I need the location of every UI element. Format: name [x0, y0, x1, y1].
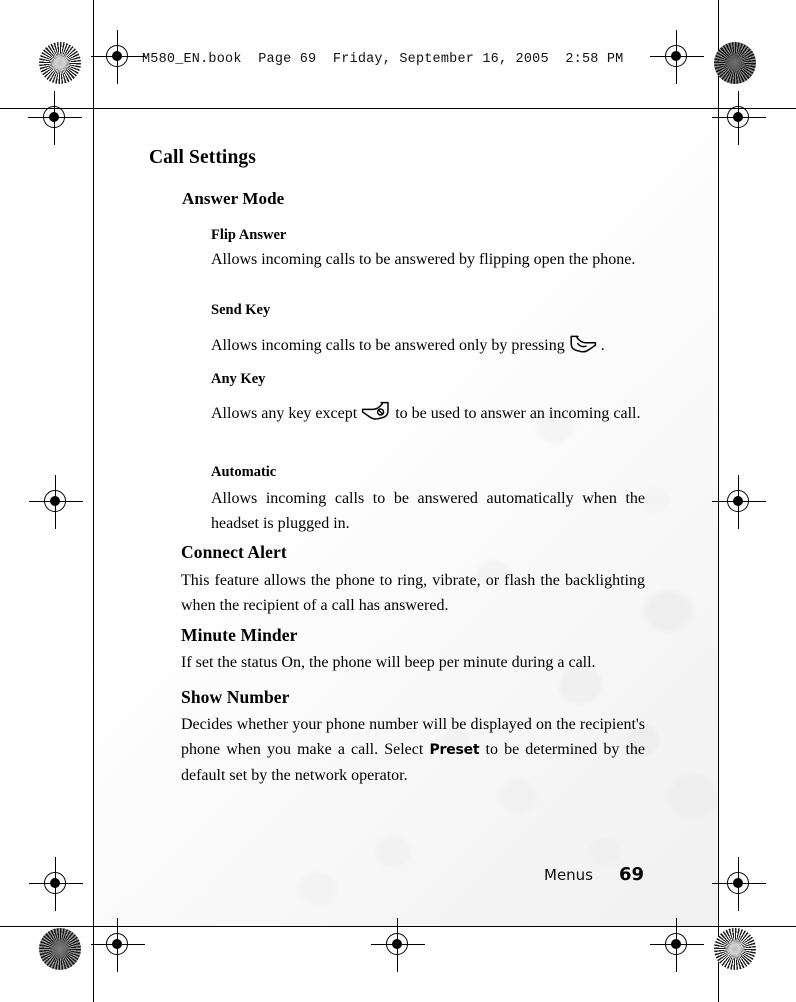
- registration-mark-top-center-right: [650, 30, 704, 84]
- registration-mark-bottom-left: [29, 857, 83, 911]
- footer-section-label: Menus: [544, 866, 593, 884]
- section-heading-answer-mode: Answer Mode: [182, 189, 285, 208]
- desc-send-key-text-before: Allows incoming calls to be answered onl…: [211, 337, 565, 354]
- desc-automatic: Allows incoming calls to be answered aut…: [211, 490, 645, 532]
- reg-dot: [671, 51, 681, 61]
- page-footer: Menus 69: [544, 864, 644, 885]
- reg-dot: [50, 878, 60, 888]
- starburst-target-bottom-right: [714, 928, 756, 970]
- footer-page-number: 69: [619, 864, 645, 885]
- desc-send-key: Allows incoming calls to be answered onl…: [211, 333, 645, 362]
- starburst-target-top-right: [714, 42, 756, 84]
- section-heading-show-number: Show Number: [181, 687, 290, 707]
- registration-mark-bottom-center: [371, 918, 425, 972]
- reg-dot: [733, 496, 743, 506]
- reg-dot: [392, 939, 402, 949]
- desc-connect-alert: This feature allows the phone to ring, v…: [181, 572, 645, 614]
- reg-dot: [733, 112, 743, 122]
- desc-any-key: Allows any key except to be used to answe…: [211, 400, 645, 430]
- registration-mark-top-center-left: [91, 30, 145, 84]
- registration-mark-bottom-center-right: [650, 918, 704, 972]
- trim-line-left: [93, 0, 94, 1002]
- registration-mark-bottom-center-left: [91, 918, 145, 972]
- slug-line: M580_EN.book Page 69 Friday, September 1…: [142, 52, 624, 67]
- section-heading-connect-alert: Connect Alert: [181, 542, 287, 562]
- term-any-key: Any Key: [211, 371, 266, 387]
- desc-any-key-text-after: to be used to answer an incoming call.: [395, 405, 641, 422]
- registration-mark-top-left: [28, 91, 82, 145]
- preset-option-label: Preset: [429, 742, 480, 758]
- page-title: Call Settings: [149, 147, 256, 168]
- desc-send-key-text-after: .: [600, 337, 605, 354]
- registration-mark-middle-right: [712, 475, 766, 529]
- reg-dot: [50, 496, 60, 506]
- desc-show-number: Decides whether your phone number will b…: [181, 712, 645, 788]
- desc-any-key-text-before: Allows any key except: [211, 405, 358, 422]
- starburst-target-bottom-left: [39, 928, 81, 970]
- starburst-target-top-left: [39, 42, 81, 84]
- reg-dot: [733, 878, 743, 888]
- desc-flip-answer: Allows incoming calls to be answered by …: [211, 251, 636, 268]
- send-key-icon: [568, 334, 598, 362]
- trim-line-top: [0, 108, 796, 109]
- reg-dot: [112, 51, 122, 61]
- reg-dot: [112, 939, 122, 949]
- reg-dot: [49, 112, 59, 122]
- scanned-manual-page: M580_EN.book Page 69 Friday, September 1…: [0, 0, 796, 1002]
- registration-mark-middle-left: [29, 475, 83, 529]
- section-heading-minute-minder: Minute Minder: [181, 625, 298, 645]
- reg-dot: [671, 939, 681, 949]
- term-automatic: Automatic: [211, 464, 277, 480]
- term-flip-answer: Flip Answer: [211, 227, 287, 243]
- term-send-key: Send Key: [211, 302, 271, 318]
- registration-mark-bottom-right: [712, 857, 766, 911]
- registration-mark-top-right: [712, 91, 766, 145]
- desc-minute-minder: If set the status On, the phone will bee…: [181, 654, 596, 671]
- end-key-icon: [360, 400, 392, 430]
